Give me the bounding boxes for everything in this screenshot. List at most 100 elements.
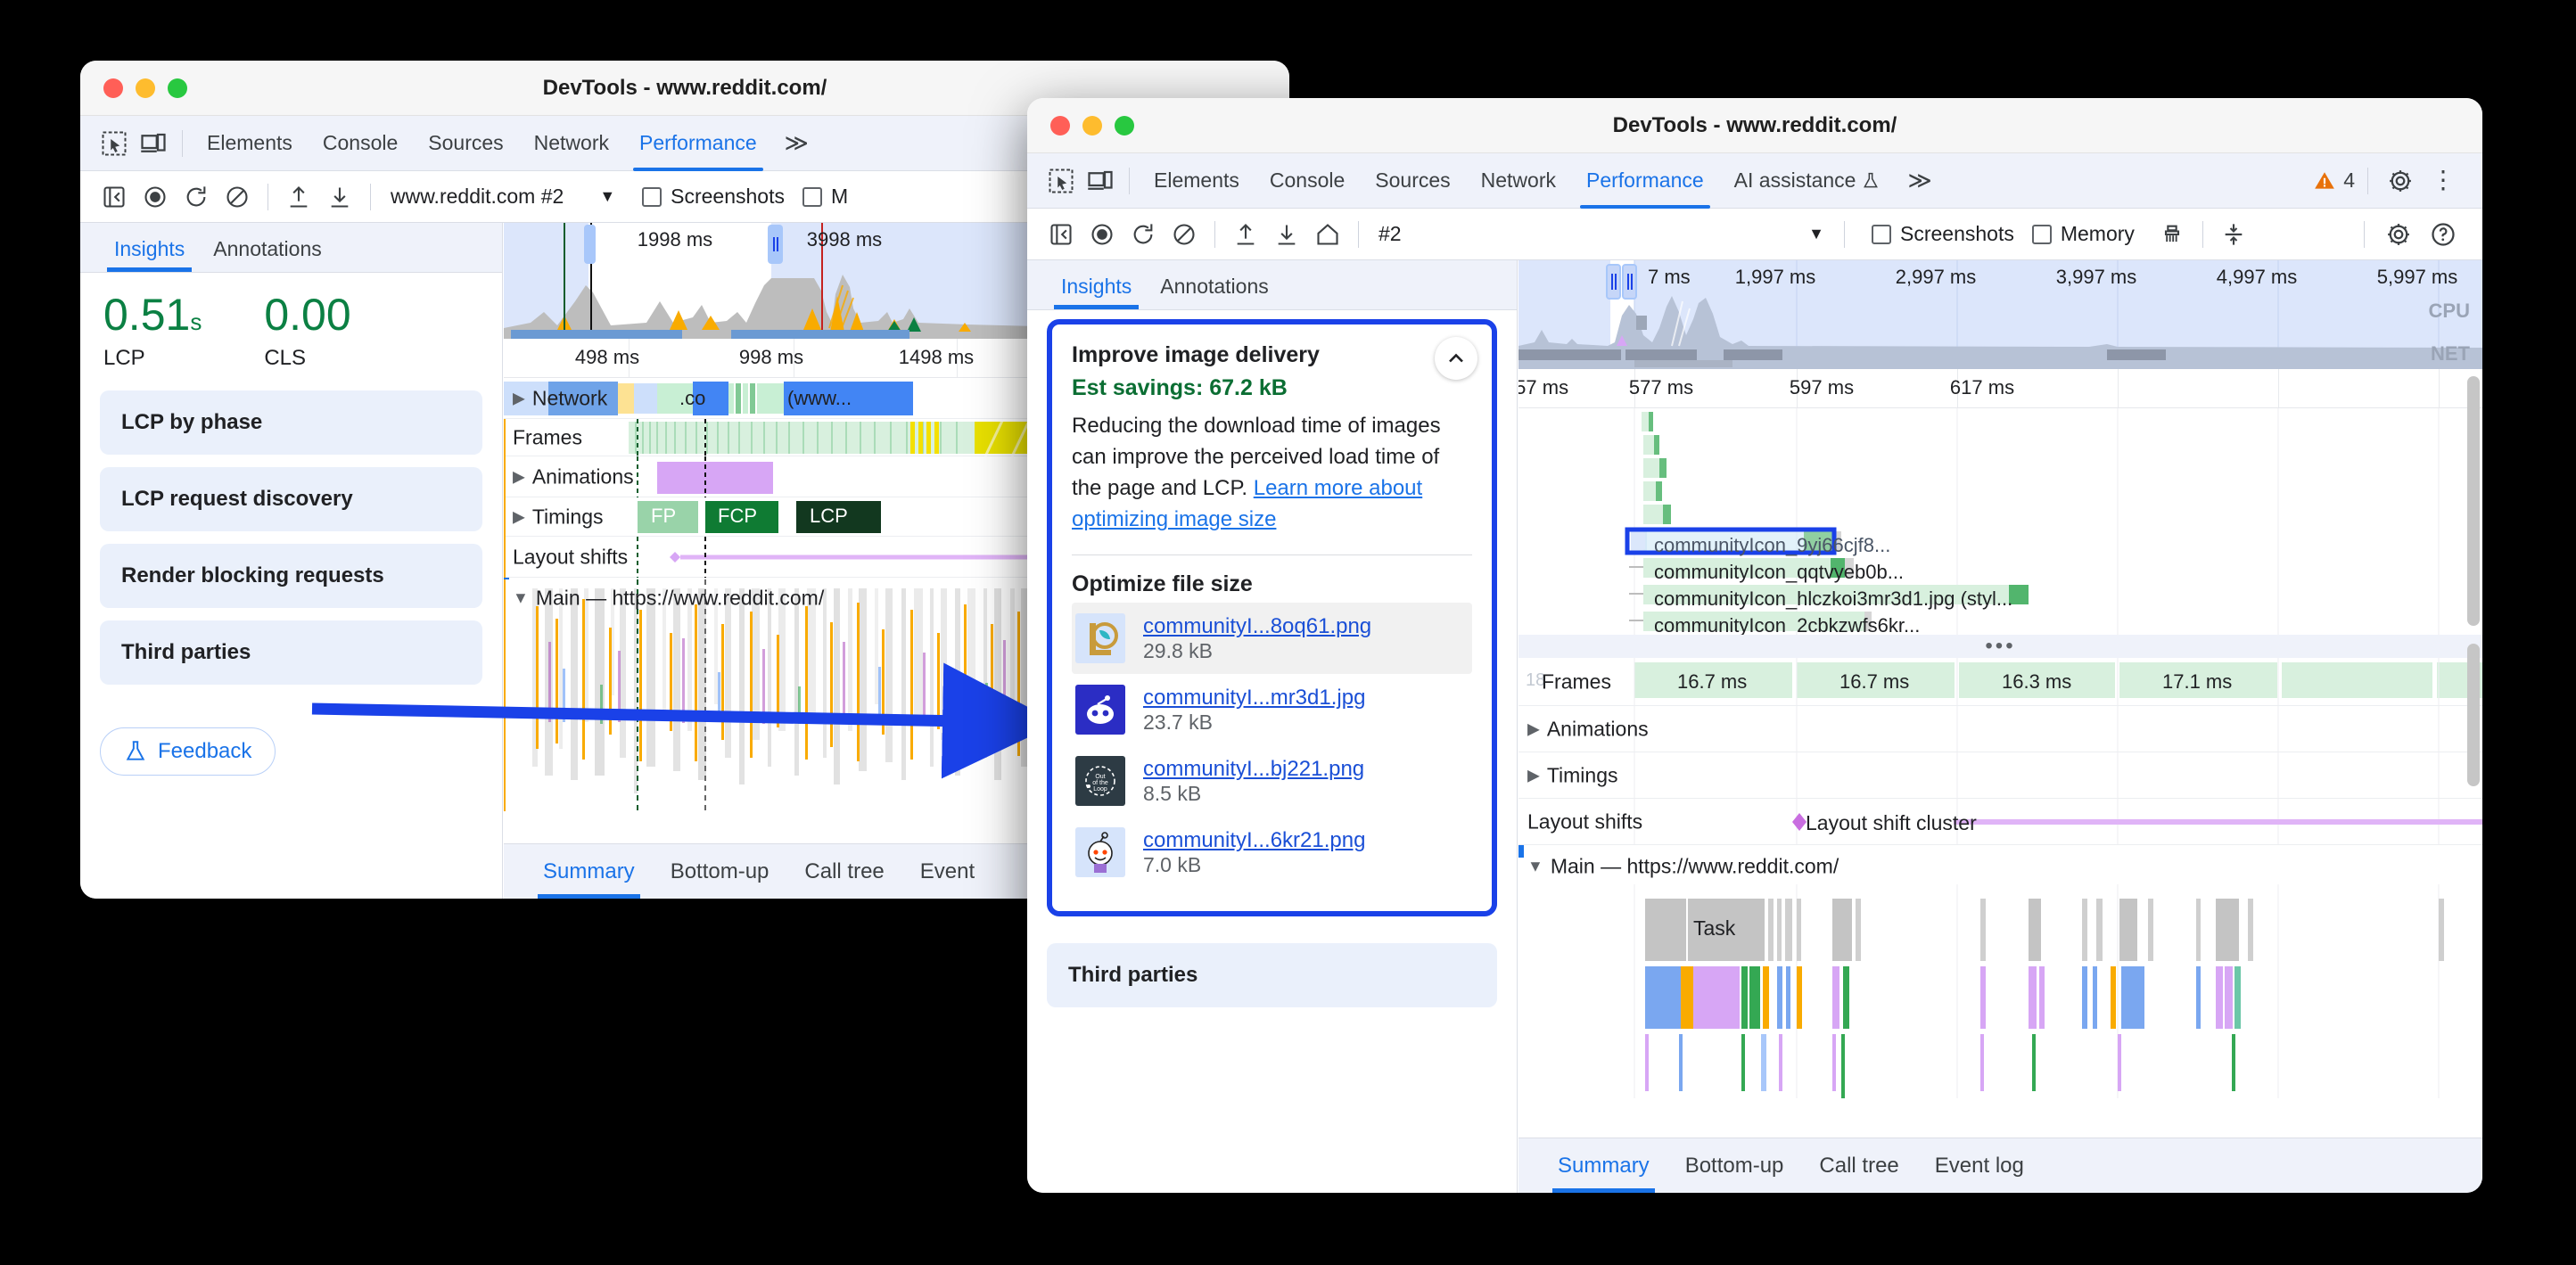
insight-card-improve-image-delivery[interactable]: Improve image delivery Est savings: 67.2… — [1047, 319, 1497, 917]
help-icon[interactable] — [2424, 215, 2463, 254]
insight-third-parties[interactable]: Third parties — [100, 620, 482, 685]
save-profile-icon[interactable] — [320, 177, 359, 217]
screenshots-checkbox[interactable]: Screenshots — [1872, 222, 2014, 246]
gear-icon[interactable] — [2381, 161, 2420, 201]
tab-performance[interactable]: Performance — [1571, 163, 1719, 209]
collapse-triangle-icon[interactable]: ▼ — [513, 589, 529, 608]
load-profile-icon[interactable] — [1226, 215, 1265, 254]
bottom-tab-call-tree[interactable]: Call tree — [1801, 1138, 1916, 1193]
track-label-animations[interactable]: ▶ Animations — [513, 464, 634, 489]
overview-left-handle[interactable] — [1606, 264, 1621, 300]
image-name-link[interactable]: communityI...bj221.png — [1143, 757, 1469, 782]
track-label-layout-shifts[interactable]: Layout shifts — [1527, 809, 1642, 834]
tab-network[interactable]: Network — [1466, 163, 1571, 198]
track-label-timings[interactable]: ▶ Timings — [1527, 763, 1618, 787]
network-request-label[interactable]: communityIcon_hlczkoi3mr3d1.jpg (styl... — [1654, 587, 2012, 611]
tab-elements[interactable]: Elements — [192, 126, 308, 160]
tab-console[interactable]: Console — [308, 126, 413, 160]
image-name-link[interactable]: communityI...8oq61.png — [1143, 614, 1469, 639]
insight-render-blocking-requests[interactable]: Render blocking requests — [100, 544, 482, 608]
bottom-tab-bottom-up[interactable]: Bottom-up — [653, 844, 787, 899]
recording-select[interactable]: www.reddit.com #2 ▼ — [382, 185, 624, 209]
toggle-sidebar-icon[interactable] — [1041, 215, 1081, 254]
expand-triangle-icon[interactable]: ▶ — [513, 507, 525, 526]
expand-triangle-icon[interactable]: ▶ — [513, 467, 525, 486]
warning-badge[interactable]: 4 — [2313, 168, 2355, 193]
record-icon[interactable] — [136, 177, 175, 217]
expand-triangle-icon[interactable]: ▶ — [1527, 719, 1540, 738]
image-list-item[interactable]: communityI...8oq61.png 29.8 kB — [1072, 603, 1472, 675]
pane-tab-insights[interactable]: Insights — [1047, 275, 1146, 309]
timeline-scrollbar-thumb-2[interactable] — [2467, 644, 2480, 786]
collapse-triangle-icon[interactable]: ▼ — [1527, 858, 1543, 876]
home-icon[interactable] — [1308, 215, 1347, 254]
image-list-item[interactable]: Out of the Loop communityI...bj221.png 8.5… — [1072, 745, 1472, 817]
bottom-tab-bottom-up[interactable]: Bottom-up — [1667, 1138, 1802, 1193]
track-label-timings[interactable]: ▶ Timings — [513, 505, 604, 529]
gear-icon[interactable] — [2379, 215, 2418, 254]
track-label-main[interactable]: ▼ Main — https://www.reddit.com/ — [513, 587, 824, 611]
track-label-animations[interactable]: ▶ Animations — [1527, 717, 1649, 741]
track-label-layout-shifts[interactable]: Layout shifts — [513, 545, 628, 569]
timeline-scrollbar-thumb[interactable] — [2467, 376, 2480, 626]
main-flame-chart[interactable]: Task — [1518, 884, 2482, 1138]
tab-sources[interactable]: Sources — [1360, 163, 1465, 198]
inspect-element-icon[interactable] — [1041, 161, 1081, 201]
expand-triangle-icon[interactable]: ▶ — [513, 389, 525, 407]
tab-elements[interactable]: Elements — [1139, 163, 1255, 198]
track-label-frames[interactable]: Frames — [1542, 669, 1611, 694]
overview-left-handle[interactable] — [584, 225, 596, 264]
insight-lcp-request-discovery[interactable]: LCP request discovery — [100, 467, 482, 531]
collapse-card-button[interactable] — [1435, 337, 1477, 380]
load-profile-icon[interactable] — [279, 177, 318, 217]
garbage-collect-icon[interactable] — [2152, 215, 2192, 254]
insight-third-parties[interactable]: Third parties — [1047, 943, 1497, 1008]
right-timeline-overview[interactable]: 7 ms 1,997 ms 2,997 ms 3,997 ms 4,997 ms… — [1518, 260, 2482, 369]
pane-tab-annotations[interactable]: Annotations — [199, 237, 335, 272]
track-layout-shifts[interactable]: Layout shifts Layout shift cluster — [1518, 799, 2482, 845]
tab-ai-assistance[interactable]: AI assistance — [1719, 163, 1896, 198]
more-tabs-chevron-icon[interactable]: ≫ — [772, 129, 818, 157]
bottom-tab-summary[interactable]: Summary — [1540, 1138, 1667, 1193]
pane-tab-annotations[interactable]: Annotations — [1146, 275, 1282, 309]
memory-checkbox[interactable]: Memory — [2031, 222, 2135, 246]
inspect-element-icon[interactable] — [95, 124, 134, 163]
clear-icon[interactable] — [1165, 215, 1204, 254]
track-timings[interactable]: ▶ Timings — [1518, 752, 2482, 799]
overview-right-handle[interactable] — [1622, 264, 1637, 300]
track-label-frames[interactable]: Frames — [513, 425, 582, 449]
record-icon[interactable] — [1082, 215, 1122, 254]
bottom-tab-event-log[interactable]: Event log — [1917, 1138, 2042, 1193]
image-name-link[interactable]: communityI...mr3d1.jpg — [1143, 686, 1469, 711]
bottom-tab-call-tree[interactable]: Call tree — [786, 844, 901, 899]
tab-performance[interactable]: Performance — [624, 126, 772, 171]
device-toolbar-icon[interactable] — [134, 124, 173, 163]
tab-console[interactable]: Console — [1255, 163, 1360, 198]
expand-triangle-icon[interactable]: ▶ — [1527, 766, 1540, 784]
overview-right-handle[interactable] — [768, 225, 783, 264]
track-label-network[interactable]: ▶ Network — [513, 386, 607, 410]
pane-tab-insights[interactable]: Insights — [100, 237, 199, 272]
track-main-header[interactable]: ▼ Main — https://www.reddit.com/ — [1518, 845, 2482, 888]
reload-and-record-icon[interactable] — [177, 177, 216, 217]
bottom-tab-event-log[interactable]: Event — [902, 844, 992, 899]
image-list-item[interactable]: communityI...6kr21.png 7.0 kB — [1072, 817, 1472, 888]
track-label-main[interactable]: ▼ Main — https://www.reddit.com/ — [1527, 855, 1839, 879]
track-animations[interactable]: ▶ Animations — [1518, 706, 2482, 752]
recording-select[interactable]: #2 ▼ — [1370, 222, 1833, 246]
memory-checkbox[interactable]: M — [802, 185, 848, 209]
image-list-item[interactable]: communityI...mr3d1.jpg 23.7 kB — [1072, 674, 1472, 745]
image-name-link[interactable]: communityI...6kr21.png — [1143, 828, 1469, 853]
device-toolbar-icon[interactable] — [1081, 161, 1120, 201]
expand-network-track-button[interactable]: ••• — [1518, 635, 2482, 658]
bottom-tab-summary[interactable]: Summary — [525, 844, 653, 899]
track-frames[interactable]: 18 Frames 16.7 ms 16.7 ms 16.3 ms 17.1 m… — [1518, 658, 2482, 706]
tab-sources[interactable]: Sources — [413, 126, 518, 160]
network-request-label[interactable]: communityIcon_qqtvyeb0b... — [1654, 561, 1904, 584]
feedback-button[interactable]: Feedback — [100, 727, 276, 776]
toggle-sidebar-icon[interactable] — [95, 177, 134, 217]
collapse-expand-icon[interactable] — [2214, 215, 2253, 254]
screenshots-checkbox[interactable]: Screenshots — [642, 185, 785, 209]
tab-network[interactable]: Network — [519, 126, 624, 160]
reload-and-record-icon[interactable] — [1123, 215, 1163, 254]
